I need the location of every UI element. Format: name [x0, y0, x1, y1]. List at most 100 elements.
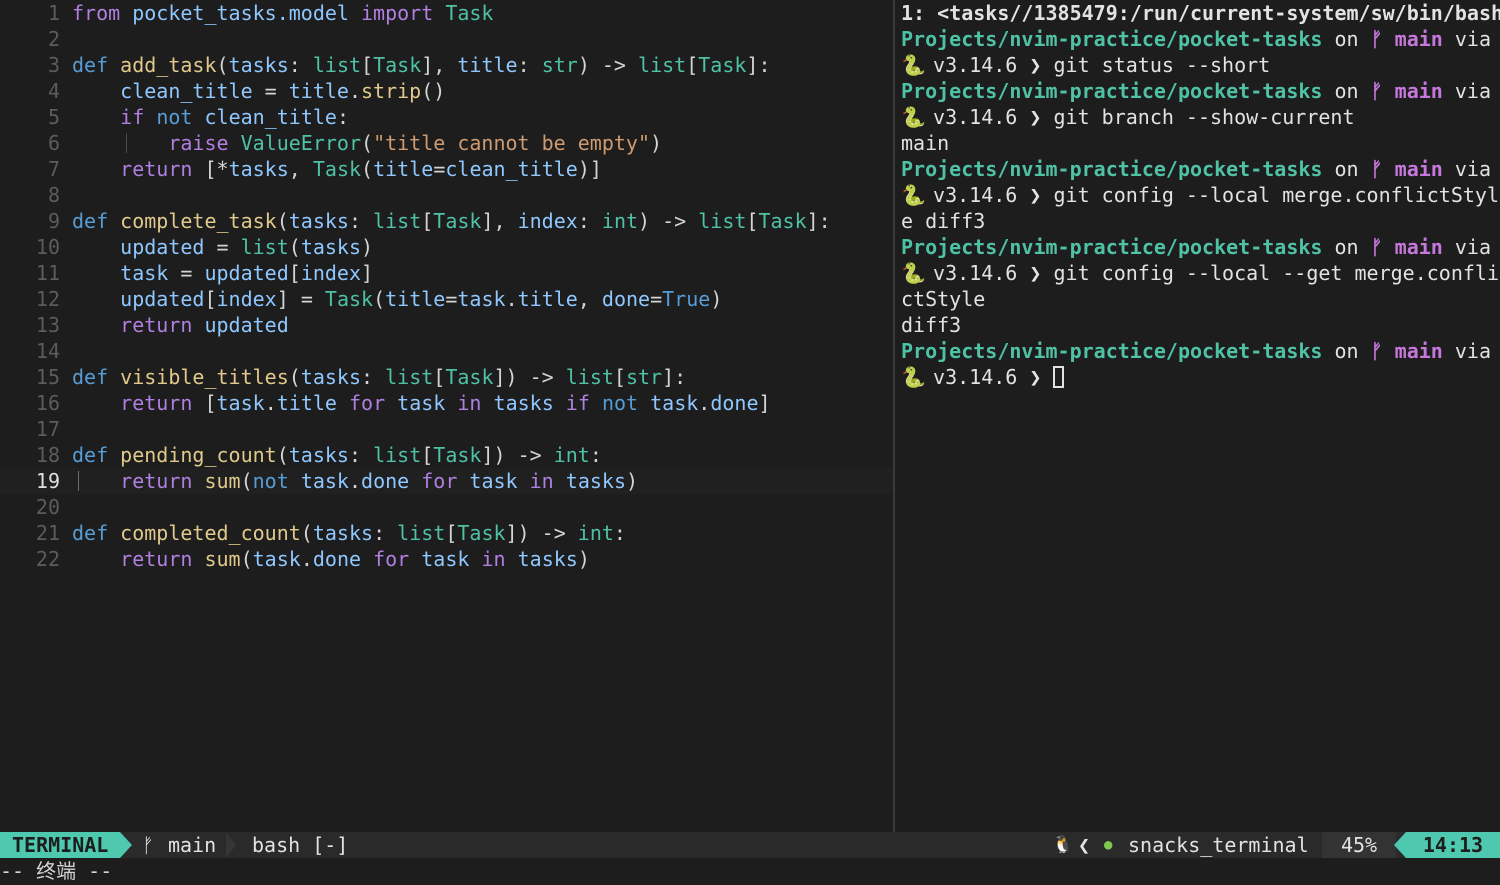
code-line[interactable]: 13 return updated — [0, 312, 893, 338]
code-token: ]: — [662, 365, 687, 389]
code-text[interactable]: task = updated[index] — [72, 260, 373, 286]
code-text[interactable]: return sum(not task.done for task in tas… — [72, 468, 638, 494]
code-token: ) -> — [577, 53, 639, 77]
terminal-line[interactable]: Projects/nvim-practice/pocket-tasks on ᚠ… — [901, 26, 1491, 52]
line-number: 20 — [35, 495, 60, 519]
code-line[interactable]: 20 — [0, 494, 893, 520]
code-token: ]) -> — [481, 443, 554, 467]
code-line[interactable]: 2 — [0, 26, 893, 52]
code-token: return — [120, 157, 193, 181]
code-token: ( — [288, 235, 301, 259]
code-token: task — [457, 287, 506, 311]
code-text[interactable]: updated[index] = Task(title=task.title, … — [72, 286, 722, 312]
code-token: updated — [204, 261, 289, 285]
code-line[interactable]: 11 task = updated[index] — [0, 260, 893, 286]
code-token: pocket_tasks.model — [132, 1, 349, 25]
command-line[interactable]: -- 终端 -- — [0, 858, 1500, 885]
code-text[interactable]: def complete_task(tasks: list[Task], ind… — [72, 208, 831, 234]
terminal-line[interactable]: Projects/nvim-practice/pocket-tasks on ᚠ… — [901, 338, 1491, 364]
code-token: ( — [216, 53, 229, 77]
code-line[interactable]: 19 return sum(not task.done for task in … — [0, 468, 893, 494]
terminal-pane[interactable]: 1: <tasks//1385479:/run/current-system/s… — [895, 0, 1500, 832]
terminal-line[interactable]: 🐍 v3.14.6 ❯ git branch --show-current — [901, 104, 1355, 130]
code-token: : — [577, 209, 602, 233]
time-separator — [1394, 832, 1406, 858]
line-number: 8 — [47, 183, 60, 207]
code-line[interactable]: 12 updated[index] = Task(title=task.titl… — [0, 286, 893, 312]
code-text[interactable]: return [task.title for task in tasks if … — [72, 390, 770, 416]
code-line[interactable]: 3 def add_task(tasks: list[Task], title: … — [0, 52, 893, 78]
code-token: task — [120, 261, 169, 285]
code-line[interactable]: 21 def completed_count(tasks: list[Task])… — [0, 520, 893, 546]
terminal-line[interactable]: ctStyle — [901, 286, 985, 312]
terminal-line[interactable]: Projects/nvim-practice/pocket-tasks on ᚠ… — [901, 234, 1491, 260]
code-line[interactable]: 4 clean_title = title.strip() — [0, 78, 893, 104]
terminal-line[interactable]: 🐍 v3.14.6 ❯ git status --short — [901, 52, 1270, 78]
code-token: int — [601, 209, 639, 233]
code-text[interactable]: clean_title = title.strip() — [72, 78, 445, 104]
code-line[interactable]: 14 — [0, 338, 893, 364]
code-line[interactable]: 7 return [*tasks, Task(title=clean_title… — [0, 156, 893, 182]
code-line[interactable]: 15 def visible_titles(tasks: list[Task]) … — [0, 364, 893, 390]
terminal-line[interactable]: 🐍 v3.14.6 ❯ git config --local --get mer… — [901, 260, 1499, 286]
code-token: title — [276, 391, 337, 415]
indent-guide — [78, 471, 79, 491]
code-token: def — [72, 53, 109, 77]
code-line[interactable]: 5 if not clean_title: — [0, 104, 893, 130]
terminal-line[interactable]: diff3 — [901, 312, 961, 338]
code-line[interactable]: 17 — [0, 416, 893, 442]
code-text[interactable]: def completed_count(tasks: list[Task]) -… — [72, 520, 626, 546]
code-token: str — [625, 365, 663, 389]
code-line[interactable]: 6 raise ValueError("title cannot be empt… — [0, 130, 893, 156]
code-line[interactable]: 10 updated = list(tasks) — [0, 234, 893, 260]
code-token: : — [517, 53, 542, 77]
code-token: . — [264, 391, 277, 415]
python-version: v3.14.6 — [933, 365, 1018, 389]
code-token: in — [457, 391, 482, 415]
code-text[interactable]: def pending_count(tasks: list[Task]) -> … — [72, 442, 602, 468]
chevron-left-icon: ❮ — [1078, 833, 1091, 857]
code-line[interactable]: 18 def pending_count(tasks: list[Task]) -… — [0, 442, 893, 468]
code-token: if — [120, 105, 145, 129]
terminal-line[interactable]: 🐍 v3.14.6 ❯ git config --local merge.con… — [901, 182, 1499, 208]
terminal-line[interactable]: Projects/nvim-practice/pocket-tasks on ᚠ… — [901, 78, 1491, 104]
code-token: tasks — [312, 521, 374, 545]
code-text[interactable]: def visible_titles(tasks: list[Task]) ->… — [72, 364, 686, 390]
command-text: git branch --show-current — [1053, 105, 1355, 129]
code-token: , — [288, 157, 313, 181]
code-line[interactable]: 16 return [task.title for task in tasks … — [0, 390, 893, 416]
code-text[interactable]: return sum(task.done for task in tasks) — [72, 546, 590, 572]
code-text[interactable]: from pocket_tasks.model import Task — [72, 0, 493, 26]
terminal-line[interactable]: e diff3 — [901, 208, 985, 234]
prompt-branch: main — [1394, 79, 1443, 103]
code-line[interactable]: 9 def complete_task(tasks: list[Task], in… — [0, 208, 893, 234]
code-text[interactable]: raise ValueError("title cannot be empty"… — [72, 130, 662, 156]
code-line[interactable]: 1 from pocket_tasks.model import Task — [0, 0, 893, 26]
code-token: ) — [626, 469, 639, 493]
code-token: updated — [204, 313, 289, 337]
code-line[interactable]: 22 return sum(task.done for task in task… — [0, 546, 893, 572]
terminal-line[interactable]: 1: <tasks//1385479:/run/current-system/s… — [901, 0, 1500, 26]
code-text[interactable]: return updated — [72, 312, 289, 338]
code-editor-pane[interactable]: 1 from pocket_tasks.model import Task 2 3 de… — [0, 0, 893, 832]
code-text[interactable]: return [*tasks, Task(title=clean_title)] — [72, 156, 602, 182]
terminal-line[interactable]: main — [901, 130, 949, 156]
terminal-line[interactable]: Projects/nvim-practice/pocket-tasks on ᚠ… — [901, 156, 1491, 182]
prompt-via: via — [1442, 235, 1491, 259]
code-text[interactable]: def add_task(tasks: list[Task], title: s… — [72, 52, 771, 78]
code-text[interactable]: if not clean_title: — [72, 104, 349, 130]
code-token: tasks — [517, 547, 578, 571]
line-number: 2 — [47, 27, 60, 51]
code-token: [ — [421, 443, 434, 467]
code-token: , — [577, 287, 602, 311]
code-line[interactable]: 8 — [0, 182, 893, 208]
terminal-line[interactable]: 🐍 v3.14.6 ❯ — [901, 364, 1065, 390]
python-icon: 🐍 — [901, 53, 926, 77]
code-text[interactable]: updated = list(tasks) — [72, 234, 373, 260]
